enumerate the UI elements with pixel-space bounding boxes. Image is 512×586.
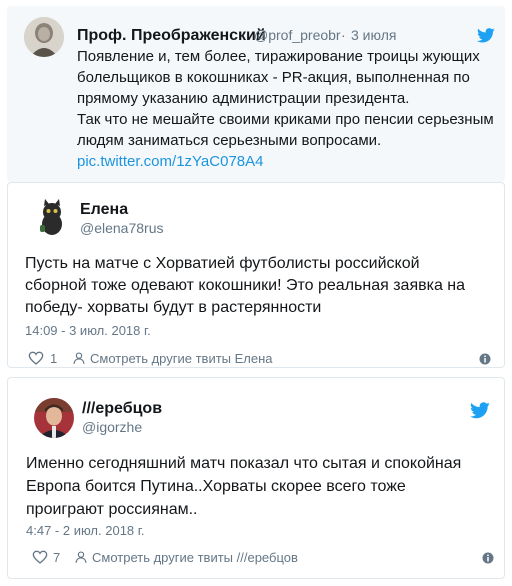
like-count: 1 [50,351,58,366]
tweet-line: Именно сегодняшний матч показал что сыта… [26,455,462,472]
author-name[interactable]: Елена [80,201,128,219]
tweet-line: сборной тоже одевают кокошники! Это реал… [25,277,466,294]
avatar[interactable] [24,17,64,57]
tweet-line: Появление и, тем более, тиражирование тр… [77,48,480,65]
quoted-tweet-card[interactable]: Проф. Преображенский @prof_preobr · 3 ию… [7,6,505,182]
author-handle[interactable]: @igorzhe [82,419,142,435]
more-tweets-link[interactable]: Смотреть другие твиты Елена [90,351,273,366]
author-name[interactable]: Проф. Преображенский [77,27,266,45]
info-icon[interactable] [479,353,491,365]
avatar[interactable] [32,197,72,237]
heart-icon[interactable] [32,550,48,564]
twitter-bird-icon[interactable] [470,402,490,419]
tweet-line: прямому указанию администрации президент… [77,90,410,107]
profile-icon[interactable] [74,550,88,564]
info-icon[interactable] [482,552,494,564]
tweet-line: Пусть на матче с Хорватией футболисты ро… [25,255,420,272]
tweet-date[interactable]: 3 июля [351,27,396,43]
heart-icon[interactable] [28,351,44,365]
tweet-text: Появление и, тем более, тиражирование тр… [77,46,502,172]
tweet-card[interactable]: Елена @elena78rus Пусть на матче с Хорва… [7,182,505,368]
tweet-text: Пусть на матче с Хорватией футболисты ро… [25,253,501,319]
avatar[interactable] [34,398,74,438]
tweet-line: победу- хорваты будут в растерянности [25,299,322,316]
profile-icon[interactable] [72,351,86,365]
tweet-line: людям заниматься серьезными вопросами. [77,132,382,149]
separator-dot: · [341,27,346,43]
tweet-timestamp[interactable]: 14:09 - 3 июл. 2018 г. [25,323,151,338]
twitter-bird-icon[interactable] [477,28,495,43]
author-handle[interactable]: @elena78rus [80,220,164,236]
tweet-line: болельщиков в кокошниках - PR-акция, вып… [77,69,470,86]
tweet-timestamp[interactable]: 4:47 - 2 июл. 2018 г. [26,523,145,538]
tweet-card[interactable]: ///еребцов @igorzhe Именно сегодняшний м… [7,377,505,579]
like-count: 7 [53,550,61,565]
tweet-line: Так что не мешайте своими криками про пе… [77,111,494,128]
author-name[interactable]: ///еребцов [82,400,162,418]
author-handle[interactable]: @prof_preobr [254,27,341,43]
more-tweets-link[interactable]: Смотреть другие твиты ///еребцов [92,550,298,565]
tweet-line: Европа боится Путина..Хорваты скорее все… [26,478,406,495]
tweet-text: Именно сегодняшний матч показал что сыта… [26,452,500,521]
tweet-line: проиграют россиянам.. [26,501,198,518]
pic-link[interactable]: pic.twitter.com/1zYaC078A4 [77,151,502,172]
